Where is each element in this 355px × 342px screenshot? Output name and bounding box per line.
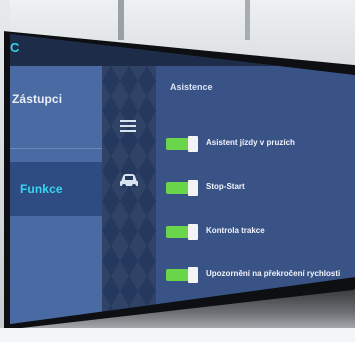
photo-border [0, 328, 355, 342]
setting-label: Asistent jízdy v pruzích [206, 138, 295, 147]
window-frame [118, 0, 124, 40]
window-frame [245, 0, 250, 40]
setting-row[interactable]: Asistent jízdy v pruzích [166, 136, 355, 156]
setting-row[interactable]: Kontrola trakce [166, 224, 355, 244]
menu-divider [10, 148, 102, 149]
icon-column [102, 66, 156, 324]
setting-label: Upozornění na překročení rychlosti [206, 269, 341, 278]
toggle-switch[interactable] [166, 224, 198, 240]
section-title: Asistence [170, 82, 213, 92]
toggle-knob [188, 180, 198, 196]
toggle-knob [188, 136, 198, 152]
header-title: C [10, 40, 20, 55]
setting-label: Kontrola trakce [206, 226, 265, 235]
toggle-switch[interactable] [166, 180, 198, 196]
toggle-switch[interactable] [166, 136, 198, 152]
menu-item-zastupci[interactable]: Zástupci [10, 92, 104, 132]
photo-scene: C Zástupci Funkce Asistence Asistent jíz… [0, 0, 355, 342]
setting-label: Stop-Start [206, 182, 245, 191]
hamburger-icon[interactable] [116, 114, 142, 140]
toggle-knob [188, 224, 198, 240]
side-menu: Zástupci Funkce [10, 66, 112, 324]
car-icon[interactable] [116, 166, 142, 192]
setting-row[interactable]: Stop-Start [166, 180, 355, 200]
menu-item-funkce[interactable]: Funkce [10, 162, 112, 216]
toggle-knob [188, 267, 198, 283]
toggle-switch[interactable] [166, 267, 198, 283]
